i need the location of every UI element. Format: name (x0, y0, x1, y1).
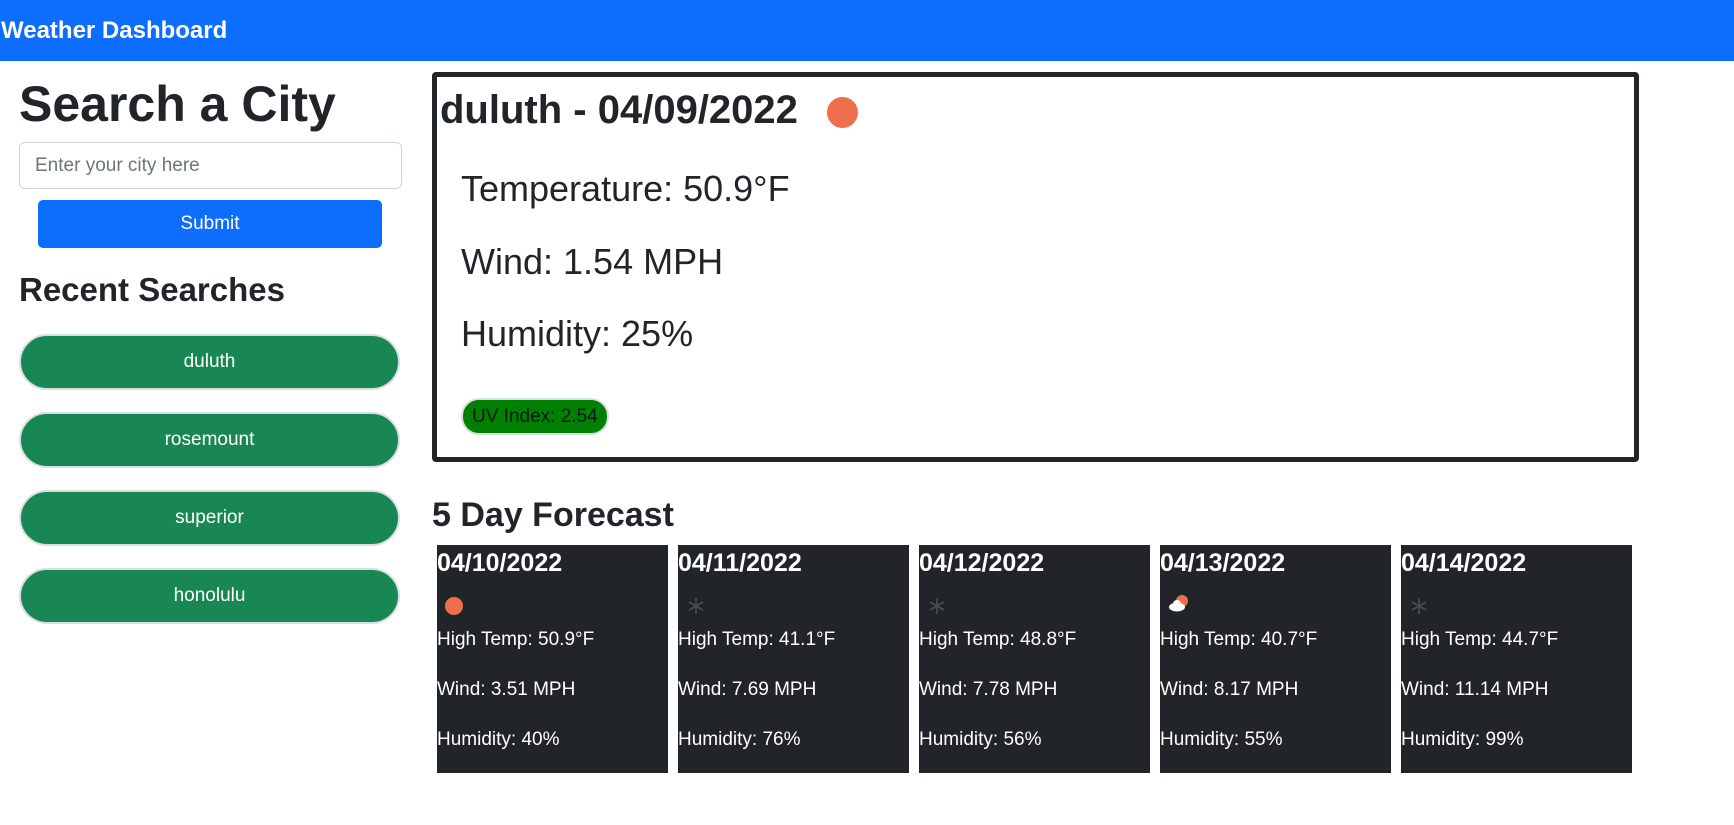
forecast-card: 04/13/2022 High Temp: 40.7°F Wind: 8.17 … (1160, 545, 1391, 773)
forecast-date: 04/14/2022 (1401, 549, 1527, 577)
forecast-card: 04/11/2022 High Temp: 41.1°F Wind: 7.69 … (678, 545, 909, 773)
recent-searches-heading: Recent Searches (19, 271, 285, 308)
navbar-title: Weather Dashboard (1, 17, 228, 44)
current-humidity: Humidity: 25% (461, 313, 694, 354)
navbar: Weather Dashboard (0, 0, 1734, 61)
sidebar: Search a City Submit Recent Searches dul… (19, 74, 403, 646)
forecast-wind: Wind: 7.78 MPH (919, 679, 1058, 700)
search-heading: Search a City (19, 76, 336, 132)
forecast-wind: Wind: 11.14 MPH (1401, 679, 1549, 700)
forecast-date: 04/11/2022 (678, 549, 802, 577)
forecast-humidity: Humidity: 40% (437, 729, 560, 750)
forecast-card: 04/14/2022 High Temp: 44.7°F Wind: 11.14… (1401, 545, 1632, 773)
forecast-heading: 5 Day Forecast (432, 496, 674, 534)
forecast-humidity: Humidity: 99% (1401, 729, 1524, 750)
clear-sun-icon (827, 97, 858, 128)
partly-cloudy-icon (1169, 595, 1188, 612)
forecast-wind: Wind: 7.69 MPH (678, 679, 817, 700)
current-city-date: duluth - 04/09/2022 (440, 88, 798, 132)
forecast-humidity: Humidity: 76% (678, 729, 801, 750)
submit-button[interactable]: Submit (38, 200, 382, 248)
recent-search-button[interactable]: honolulu (19, 568, 400, 624)
forecast-high-temp: High Temp: 40.7°F (1160, 629, 1318, 650)
current-weather-card: duluth - 04/09/2022 Temperature: 50.9°F … (432, 72, 1639, 462)
forecast-humidity: Humidity: 56% (919, 729, 1042, 750)
current-wind: Wind: 1.54 MPH (461, 241, 724, 282)
forecast-date: 04/10/2022 (437, 549, 563, 577)
forecast-wind: Wind: 8.17 MPH (1160, 679, 1299, 700)
uv-index-badge: UV Index: 2.54 (461, 398, 609, 435)
forecast-high-temp: High Temp: 48.8°F (919, 629, 1077, 650)
recent-search-button[interactable]: duluth (19, 334, 400, 390)
snow-icon (1411, 598, 1427, 614)
forecast-card: 04/12/2022 High Temp: 48.8°F Wind: 7.78 … (919, 545, 1150, 773)
forecast-date: 04/12/2022 (919, 549, 1045, 577)
forecast-high-temp: High Temp: 44.7°F (1401, 629, 1559, 650)
clear-sun-icon (445, 597, 463, 615)
forecast-date: 04/13/2022 (1160, 549, 1286, 577)
snow-icon (688, 598, 704, 614)
search-input[interactable] (19, 142, 402, 189)
recent-searches-list: duluth rosemount superior honolulu (19, 334, 403, 624)
forecast-high-temp: High Temp: 41.1°F (678, 629, 836, 650)
current-temperature: Temperature: 50.9°F (461, 168, 790, 209)
recent-search-button[interactable]: superior (19, 490, 400, 546)
forecast-high-temp: High Temp: 50.9°F (437, 629, 595, 650)
recent-search-button[interactable]: rosemount (19, 412, 400, 468)
forecast-card: 04/10/2022 High Temp: 50.9°F Wind: 3.51 … (437, 545, 668, 773)
forecast-wind: Wind: 3.51 MPH (437, 679, 576, 700)
forecast-humidity: Humidity: 55% (1160, 729, 1283, 750)
snow-icon (929, 598, 945, 614)
